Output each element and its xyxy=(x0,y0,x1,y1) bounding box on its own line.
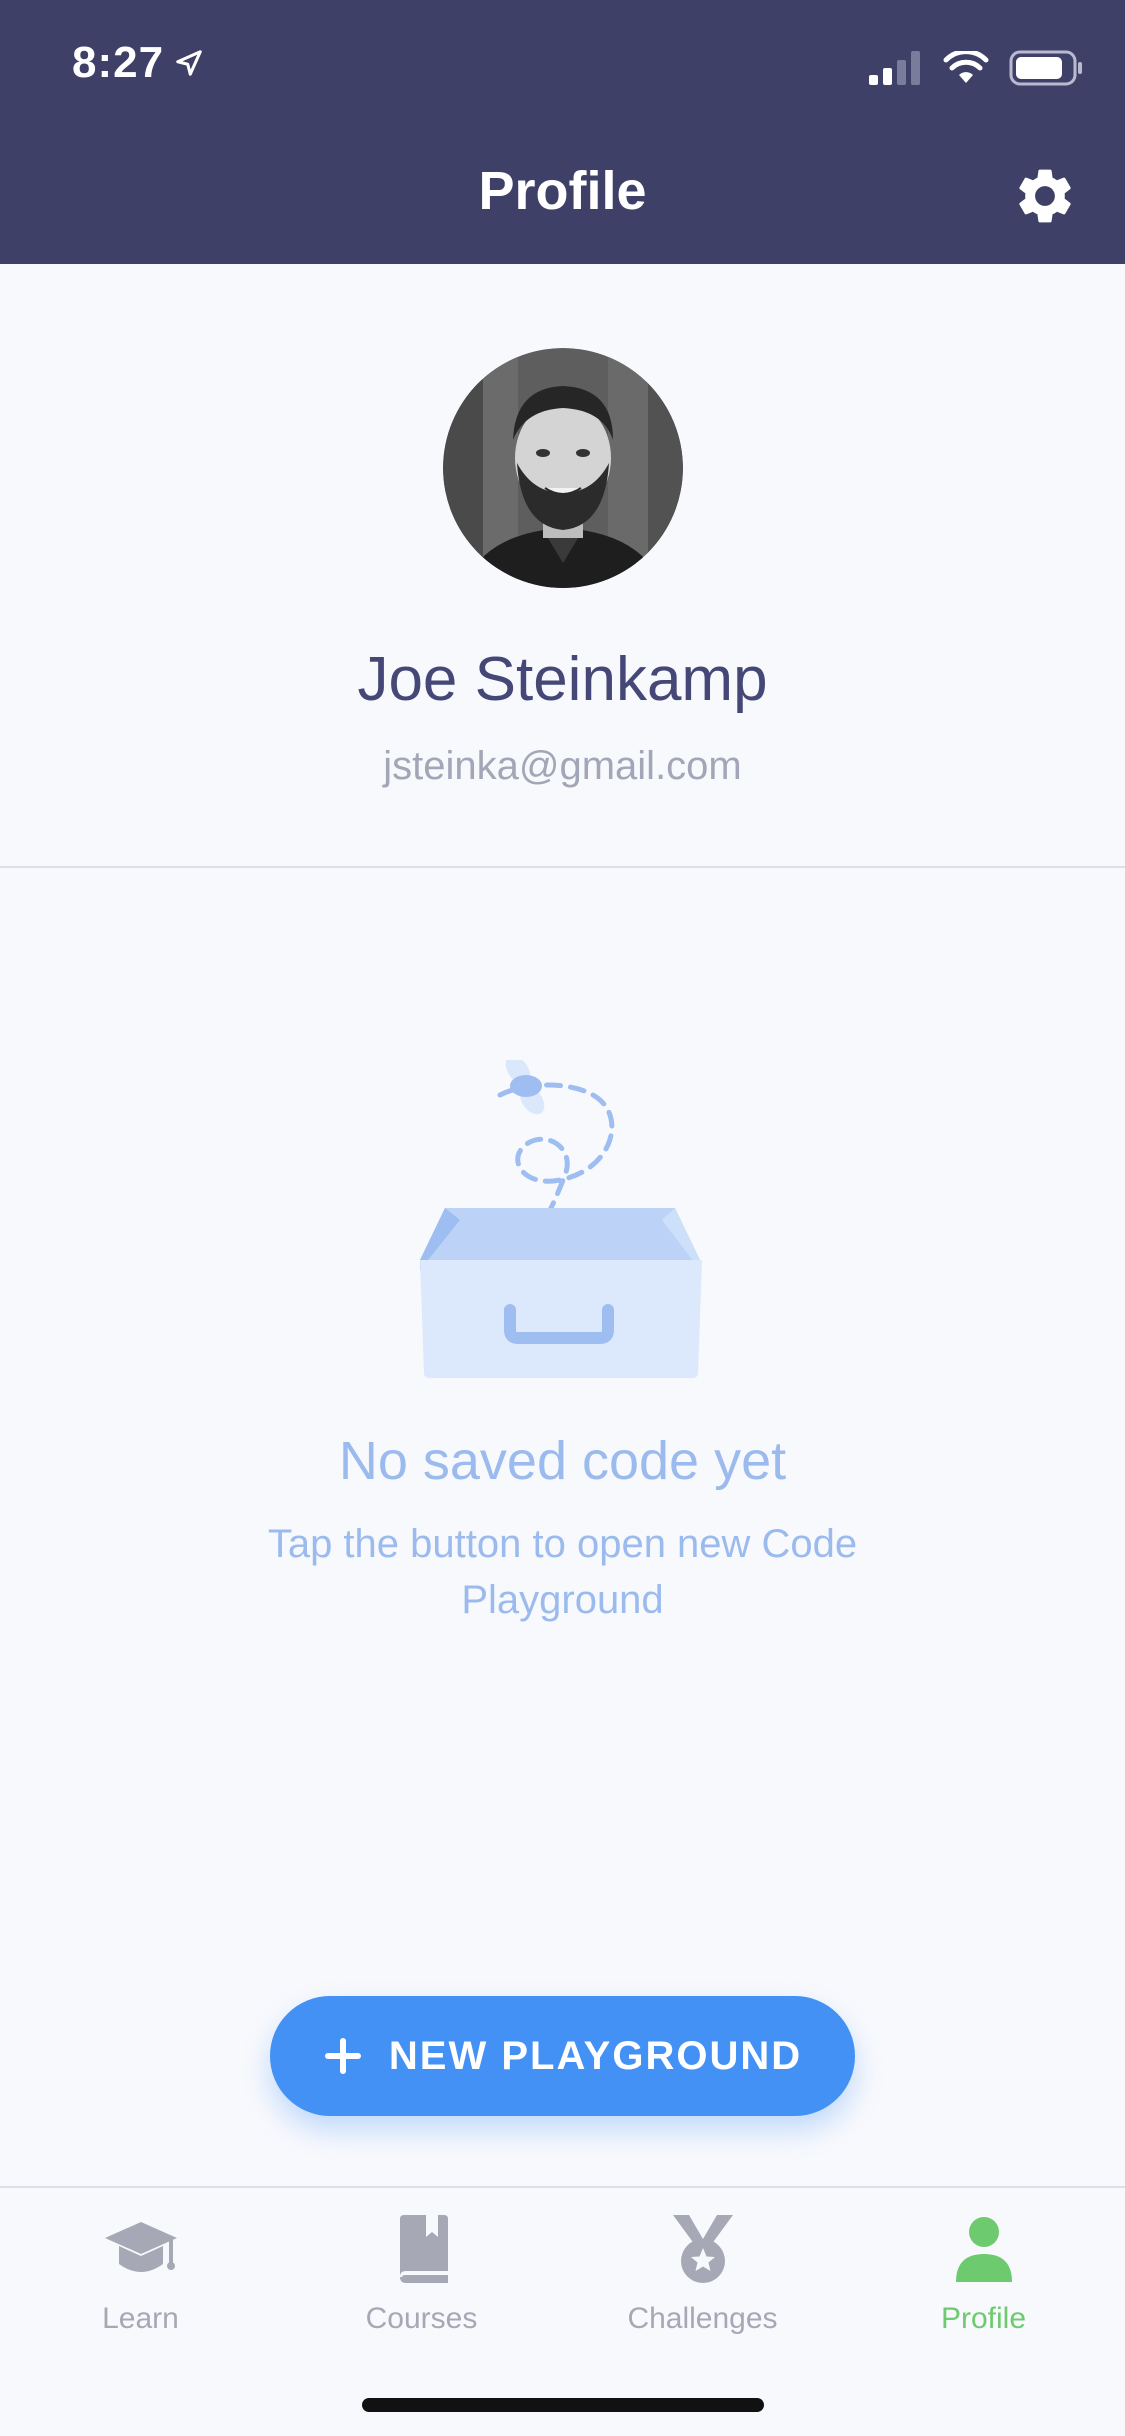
person-icon xyxy=(944,2210,1024,2290)
status-time: 8:27 xyxy=(72,38,204,88)
empty-state-title: No saved code yet xyxy=(338,1431,787,1491)
tab-challenges[interactable]: Challenges xyxy=(562,2210,843,2350)
battery-icon xyxy=(1009,50,1083,91)
settings-button[interactable] xyxy=(1009,162,1081,234)
cellular-signal-icon xyxy=(869,51,923,90)
status-time-text: 8:27 xyxy=(72,38,165,87)
plus-icon xyxy=(323,2036,363,2076)
avatar[interactable] xyxy=(443,348,683,588)
home-indicator[interactable] xyxy=(362,2398,764,2412)
book-icon xyxy=(382,2210,462,2290)
medal-icon xyxy=(663,2210,743,2290)
header: 8:27 Profile xyxy=(0,0,1125,264)
gear-icon xyxy=(1012,163,1078,234)
graduation-cap-icon xyxy=(101,2210,181,2290)
empty-box-icon xyxy=(400,1055,730,1380)
wifi-icon xyxy=(943,49,989,90)
tab-label-profile: Profile xyxy=(940,2302,1027,2335)
new-playground-button[interactable]: NEW PLAYGROUND xyxy=(270,1996,855,2116)
tab-label-challenges: Challenges xyxy=(627,2302,778,2335)
status-icons xyxy=(869,49,1083,91)
new-playground-label: NEW PLAYGROUND xyxy=(388,2033,803,2078)
empty-state-subtitle: Tap the button to open new Code Playgrou… xyxy=(267,1522,858,1622)
tab-learn[interactable]: Learn xyxy=(0,2210,281,2350)
profile-screen: 8:27 Profile Joe Steinkamp jsteinka@gmai… xyxy=(0,0,1125,2436)
tab-label-learn: Learn xyxy=(102,2302,179,2335)
tab-profile[interactable]: Profile xyxy=(843,2210,1124,2350)
profile-name: Joe Steinkamp xyxy=(357,645,768,714)
location-arrow-icon xyxy=(174,48,204,78)
page-title: Profile xyxy=(478,161,647,221)
profile-section: Joe Steinkamp jsteinka@gmail.com xyxy=(0,264,1125,868)
profile-email: jsteinka@gmail.com xyxy=(383,744,742,788)
tab-courses[interactable]: Courses xyxy=(281,2210,562,2350)
tab-label-courses: Courses xyxy=(365,2302,478,2335)
